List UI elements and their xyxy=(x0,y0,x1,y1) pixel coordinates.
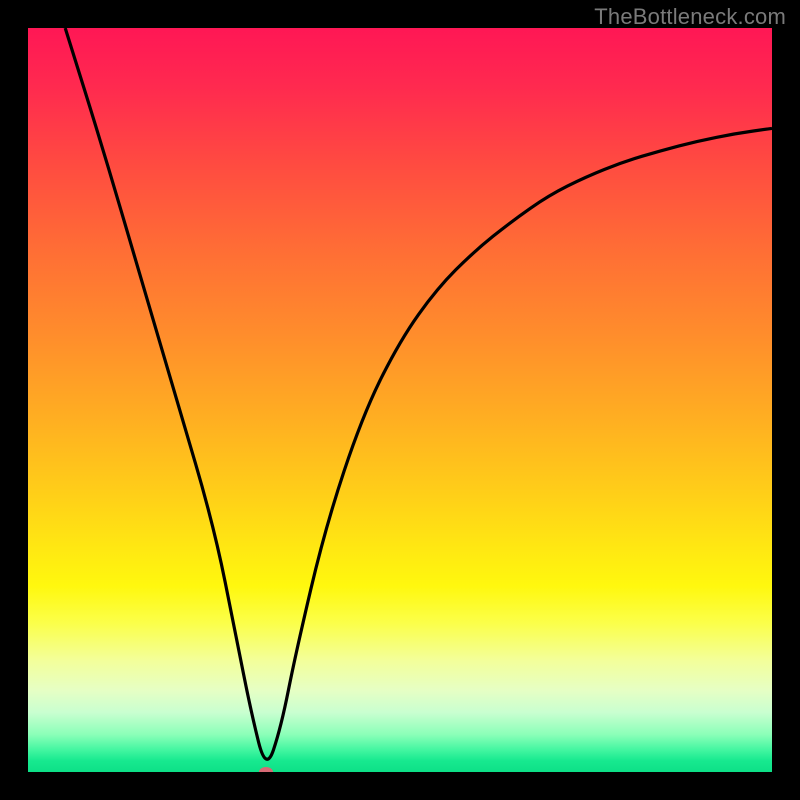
optimum-marker xyxy=(259,767,273,772)
plot-area xyxy=(28,28,772,772)
bottleneck-curve xyxy=(28,28,772,772)
watermark-text: TheBottleneck.com xyxy=(594,4,786,30)
